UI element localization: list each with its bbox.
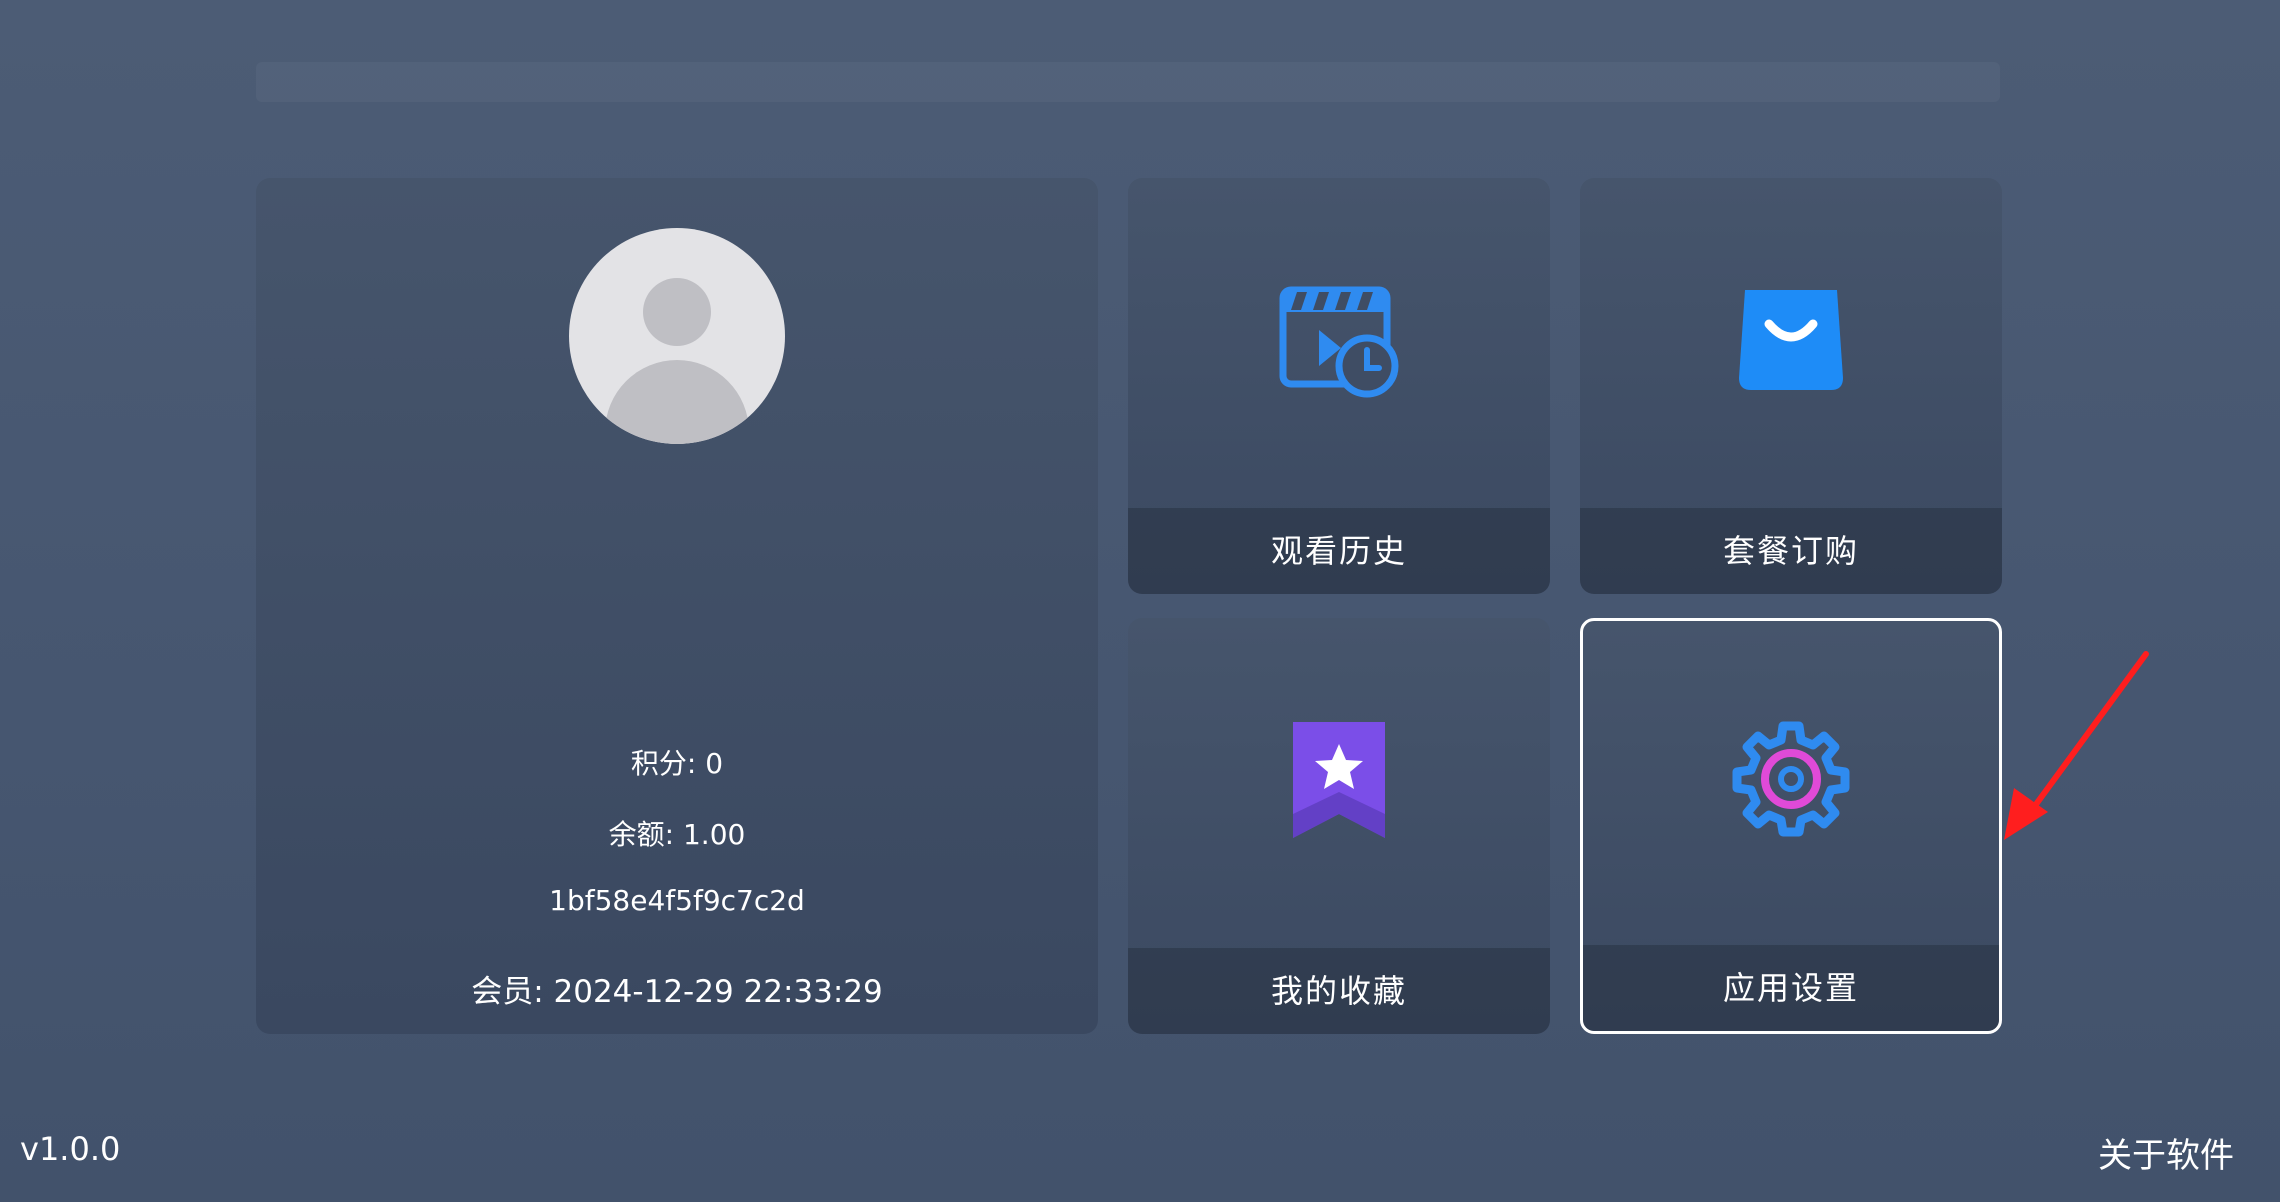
avatar-body-icon	[605, 360, 749, 444]
tile-label: 观看历史	[1270, 532, 1407, 570]
tile-app-settings[interactable]: 应用设置	[1580, 618, 2002, 1034]
red-arrow-annotation-icon	[2004, 651, 2149, 840]
profile-card[interactable]: 积分: 0 余额: 1.00 1bf58e4f5f9c7c2d 会员: 2024…	[256, 178, 1098, 1034]
tile-watch-history[interactable]: 观看历史	[1128, 178, 1550, 594]
membership-text: 会员: 2024-12-29 22:33:29	[471, 974, 883, 1010]
avatar	[569, 228, 785, 444]
tile-label: 我的收藏	[1270, 972, 1407, 1010]
points-text: 积分: 0	[630, 747, 724, 780]
top-search-bar[interactable]	[256, 62, 2000, 102]
tile-label: 应用设置	[1722, 969, 1859, 1007]
version-text: v1.0.0	[20, 1130, 121, 1168]
shopping-bag-icon	[1739, 290, 1843, 390]
balance-text: 余额: 1.00	[608, 818, 746, 851]
bookmark-star-icon	[1293, 722, 1385, 838]
settings-gear-icon	[1732, 721, 1850, 837]
tile-label: 套餐订购	[1722, 532, 1859, 570]
device-id-text: 1bf58e4f5f9c7c2d	[549, 884, 805, 917]
home-screen: 积分: 0 余额: 1.00 1bf58e4f5f9c7c2d 会员: 2024…	[0, 0, 2280, 1202]
about-software-button[interactable]: 关于软件	[2098, 1128, 2234, 1177]
tile-my-favorites[interactable]: 我的收藏	[1128, 618, 1550, 1034]
avatar-head-icon	[643, 278, 711, 346]
history-clapper-icon	[1279, 286, 1399, 398]
tile-package-purchase[interactable]: 套餐订购	[1580, 178, 2002, 594]
